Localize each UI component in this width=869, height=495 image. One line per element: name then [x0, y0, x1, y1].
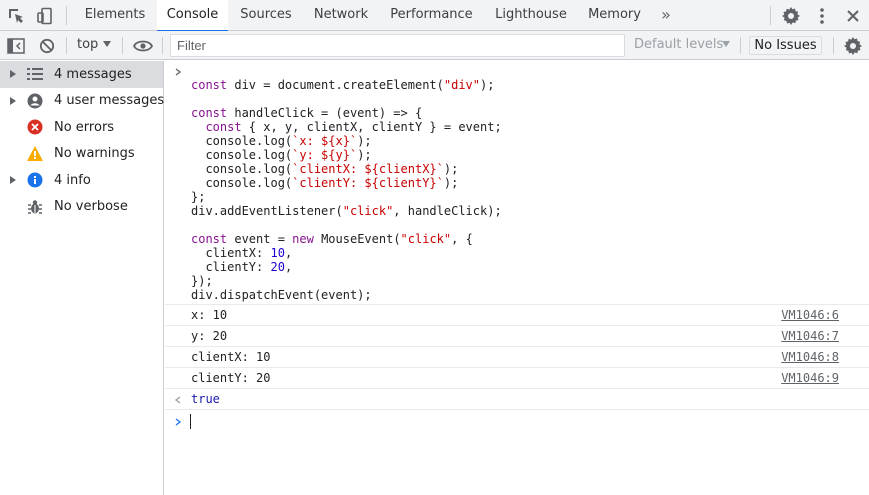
info-icon	[27, 172, 43, 188]
code-line: clientX: 10,	[191, 246, 293, 260]
code-line: const event = new MouseEvent("click", {	[191, 232, 473, 246]
chevron-right-icon	[175, 68, 182, 76]
sidebar-item-label: 4 info	[54, 172, 91, 188]
code-line: div.addEventListener("click", handleClic…	[191, 204, 502, 218]
user-icon	[27, 93, 43, 109]
source-link[interactable]: VM1046:7	[781, 329, 839, 343]
chevron-down-icon[interactable]	[103, 41, 111, 47]
code-line: console.log(`x: ${x}`);	[191, 134, 372, 148]
divider	[66, 6, 67, 25]
divider	[122, 37, 123, 54]
code-line: clientY: 20,	[191, 260, 293, 274]
settings-gear-icon[interactable]	[781, 6, 801, 26]
clear-console-icon[interactable]	[37, 36, 57, 56]
code-line: };	[191, 190, 206, 204]
log-entry: clientY: 20 VM1046:9	[165, 368, 869, 389]
result-entry: true	[165, 389, 869, 410]
sidebar-item-label: No verbose	[54, 199, 128, 215]
list-icon	[27, 66, 43, 82]
divider	[770, 6, 771, 25]
console-settings-gear-icon[interactable]	[843, 36, 863, 56]
sidebar-item-label: No errors	[54, 119, 115, 135]
sidebar-item-label: 4 messages	[54, 66, 132, 82]
tab-memory[interactable]: Memory	[580, 0, 649, 31]
return-arrow-icon	[174, 396, 181, 404]
code-line: console.log(`clientY: ${clientY}`);	[191, 176, 459, 190]
code-line: const handleClick = (event) => {	[191, 106, 423, 120]
sidebar-toggle-icon[interactable]	[6, 36, 26, 56]
sidebar-item-errors[interactable]: No errors	[0, 114, 163, 141]
console-toolbar: top Default levels No Issues	[0, 31, 869, 60]
prompt-chevron-icon	[175, 418, 182, 426]
code-line: const div = document.createElement("div"…	[191, 78, 495, 92]
expand-arrow-icon[interactable]	[10, 70, 16, 78]
code-line: });	[191, 274, 213, 288]
console-prompt-input[interactable]	[165, 411, 869, 433]
tab-elements[interactable]: Elements	[76, 0, 154, 31]
sidebar-item-verbose[interactable]: No verbose	[0, 194, 163, 221]
error-icon	[27, 119, 43, 135]
log-message: clientY: 20	[191, 371, 271, 385]
expand-arrow-icon[interactable]	[10, 96, 16, 105]
more-options-icon[interactable]	[812, 6, 832, 26]
device-toolbar-icon[interactable]	[35, 6, 55, 26]
eye-icon[interactable]	[133, 36, 153, 56]
divider	[66, 37, 67, 54]
log-message: y: 20	[191, 329, 228, 343]
bug-icon	[27, 199, 43, 215]
warning-icon	[27, 146, 43, 162]
source-link[interactable]: VM1046:6	[781, 308, 839, 322]
code-line: console.log(`y: ${y}`);	[191, 148, 372, 162]
issues-button[interactable]: No Issues	[749, 36, 822, 55]
sidebar-item-user-messages[interactable]: 4 user messages	[0, 88, 165, 115]
context-selector[interactable]: top	[77, 37, 98, 52]
log-message: x: 10	[191, 308, 228, 322]
text-caret	[190, 414, 191, 429]
sidebar-item-warnings[interactable]: No warnings	[0, 141, 163, 168]
tab-console[interactable]: Console	[157, 0, 228, 32]
log-entry: y: 20 VM1046:7	[165, 326, 869, 347]
more-tabs-icon[interactable]: »	[654, 0, 678, 31]
sidebar-item-label: 4 user messages	[54, 93, 165, 109]
divider	[740, 37, 741, 54]
console-sidebar: 4 messages 4 user messages No errors No …	[0, 61, 164, 495]
result-value: true	[191, 392, 220, 406]
chevron-down-icon[interactable]	[722, 41, 730, 47]
sidebar-item-label: No warnings	[54, 146, 135, 162]
tab-sources[interactable]: Sources	[231, 0, 301, 31]
log-levels-dropdown[interactable]: Default levels	[634, 37, 723, 52]
input-command-entry: const div = document.createElement("div"…	[165, 61, 869, 305]
code-line: console.log(`clientX: ${clientX}`);	[191, 162, 459, 176]
tab-network[interactable]: Network	[304, 0, 378, 31]
console-output[interactable]: const div = document.createElement("div"…	[165, 61, 869, 495]
code-line: const { x, y, clientX, clientY } = event…	[205, 120, 502, 134]
filter-input[interactable]	[170, 34, 625, 57]
log-message: clientX: 10	[191, 350, 271, 364]
divider	[833, 37, 834, 54]
code-text: const div = document.createElement("div"…	[191, 78, 502, 302]
log-entry: clientX: 10 VM1046:8	[165, 347, 869, 368]
log-entry: x: 10 VM1046:6	[165, 305, 869, 326]
sidebar-item-info[interactable]: 4 info	[0, 167, 163, 194]
expand-arrow-icon[interactable]	[10, 176, 16, 184]
tab-performance[interactable]: Performance	[381, 0, 482, 31]
devtools-tab-bar: Elements Console Sources Network Perform…	[0, 0, 869, 32]
source-link[interactable]: VM1046:8	[781, 350, 839, 364]
sidebar-item-messages[interactable]: 4 messages	[0, 61, 163, 88]
divider	[162, 37, 163, 54]
tab-lighthouse[interactable]: Lighthouse	[485, 0, 577, 31]
source-link[interactable]: VM1046:9	[781, 371, 839, 385]
inspect-element-icon[interactable]	[6, 6, 26, 26]
close-icon[interactable]	[843, 6, 863, 26]
code-line: div.dispatchEvent(event);	[191, 288, 372, 302]
